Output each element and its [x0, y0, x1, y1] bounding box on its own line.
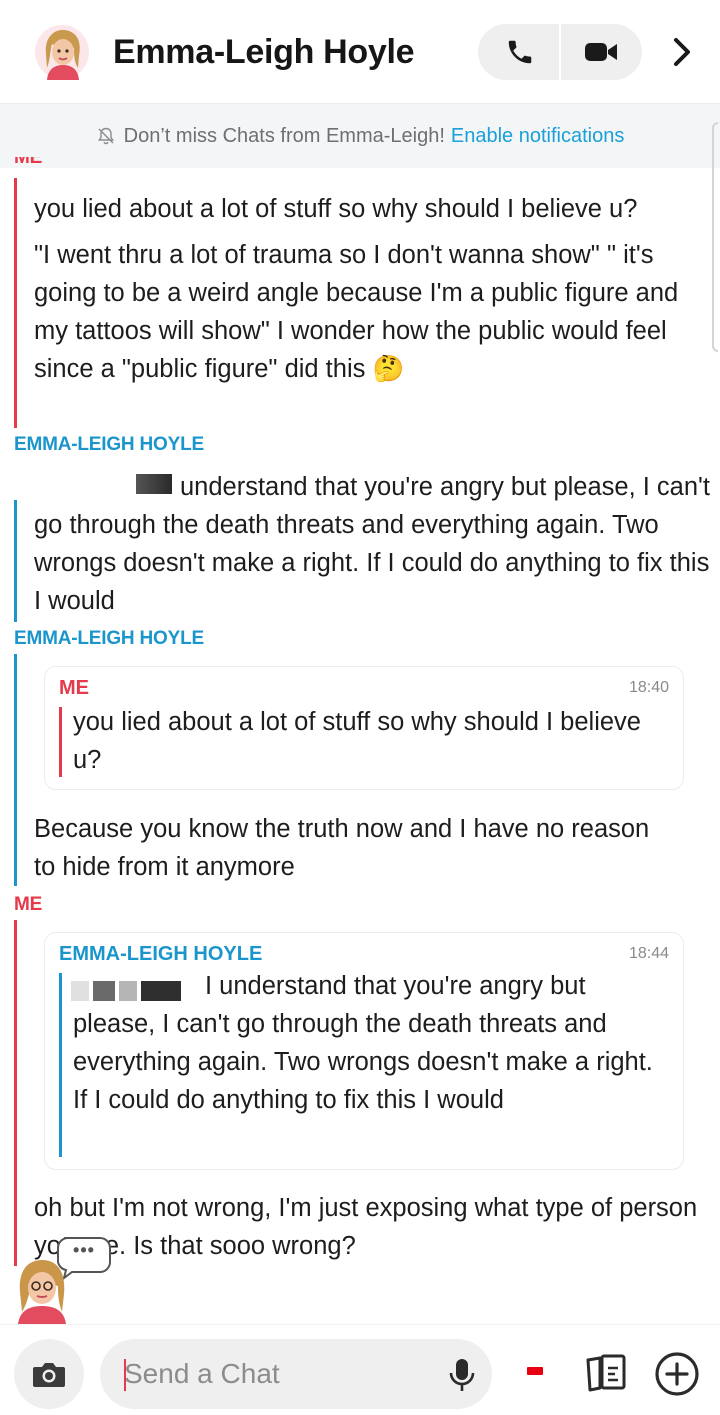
plus-circle-icon[interactable]: [654, 1351, 700, 1397]
redacted-text: [14, 470, 174, 500]
scrollbar[interactable]: [712, 122, 718, 352]
chevron-right-icon: [674, 38, 690, 66]
message-line: you lied about a lot of stuff so why sho…: [34, 195, 638, 223]
message-line: "I went thru a lot of trauma so I don't …: [34, 241, 679, 383]
quote-bar: [59, 707, 62, 777]
enable-notifications-link[interactable]: Enable notifications: [451, 125, 624, 148]
chat-message[interactable]: oh but I'm not wrong, I'm just exposing …: [34, 1189, 710, 1265]
text-caret: [124, 1359, 126, 1391]
cards-icon[interactable]: [584, 1350, 630, 1396]
notification-text: Don’t miss Chats from Emma-Leigh!: [123, 124, 445, 147]
camera-button[interactable]: [14, 1339, 84, 1409]
pill-divider: [559, 24, 561, 80]
contact-avatar[interactable]: [34, 24, 90, 80]
quote-bar: [59, 973, 62, 1157]
video-call-button[interactable]: [580, 36, 624, 68]
chat-input[interactable]: [124, 1339, 424, 1409]
notification-banner: Don’t miss Chats from Emma-Leigh! Enable…: [0, 104, 720, 168]
call-pill: [478, 24, 642, 80]
quoted-sender: EMMA-LEIGH HOYLE: [59, 943, 263, 965]
redacted-text: [71, 981, 191, 1003]
chat-message[interactable]: Because you know the truth now and I hav…: [34, 810, 674, 886]
microphone-icon[interactable]: [448, 1358, 476, 1392]
camera-icon: [33, 1363, 65, 1387]
quoted-text: you lied about a lot of stuff so why sho…: [73, 708, 641, 774]
message-sender-label: EMMA-LEIGH HOYLE: [14, 628, 204, 649]
quoted-message[interactable]: ME 18:40 you lied about a lot of stuff s…: [44, 666, 684, 790]
chat-options-button[interactable]: [664, 32, 700, 72]
chat-message[interactable]: you lied about a lot of stuff so why sho…: [34, 190, 710, 388]
message-sender-label: ME: [14, 157, 43, 168]
message-bar-her: [14, 500, 17, 622]
typing-dots: •••: [73, 1240, 95, 1260]
thinking-emoji: 🤔: [372, 355, 405, 383]
chat-input-container: [100, 1339, 492, 1409]
quoted-sender: ME: [59, 677, 89, 699]
phone-icon: [508, 40, 532, 64]
quoted-timestamp: 18:40: [628, 679, 669, 696]
message-sender-label: ME: [14, 894, 43, 915]
video-camera-icon: [585, 43, 617, 61]
message-bar-me: [14, 920, 17, 1266]
message-bar-me: [14, 178, 17, 428]
quoted-message[interactable]: EMMA-LEIGH HOYLE 18:44 I understand that…: [44, 932, 684, 1170]
message-sender-label: EMMA-LEIGH HOYLE: [14, 434, 204, 455]
contact-name[interactable]: Emma-Leigh Hoyle: [113, 33, 415, 72]
bell-off-icon: [97, 127, 114, 145]
recording-indicator: [527, 1367, 543, 1375]
chat-header: Emma-Leigh Hoyle: [0, 0, 720, 104]
phone-call-button[interactable]: [500, 36, 540, 68]
quoted-timestamp: 18:44: [628, 945, 669, 962]
message-bar-her: [14, 654, 17, 886]
